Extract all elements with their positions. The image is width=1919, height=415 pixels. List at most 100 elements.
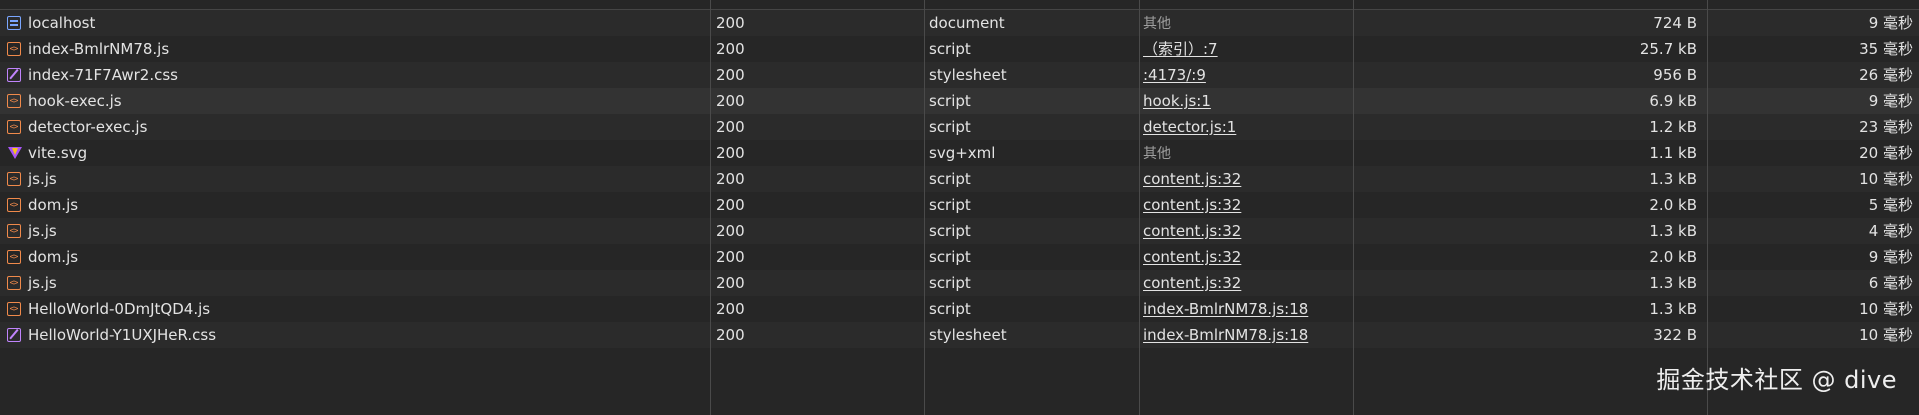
- request-name[interactable]: detector-exec.js: [28, 118, 147, 136]
- request-name[interactable]: HelloWorld-Y1UXJHeR.css: [28, 326, 216, 344]
- initiator-link[interactable]: （索引）:7: [1143, 40, 1218, 58]
- time-cell: 10 毫秒: [1859, 300, 1913, 318]
- type-cell: stylesheet: [929, 326, 1007, 344]
- size-cell: 322 B: [1653, 326, 1697, 344]
- status-cell: 200: [716, 248, 745, 266]
- type-cell: script: [929, 222, 971, 240]
- initiator-link[interactable]: content.js:32: [1143, 274, 1241, 292]
- name-cell[interactable]: js.js: [0, 218, 710, 244]
- name-cell[interactable]: HelloWorld-0DmJtQD4.js: [0, 296, 710, 322]
- script-icon: [7, 296, 21, 322]
- size-cell: 1.3 kB: [1649, 274, 1697, 292]
- script-icon: [7, 218, 21, 244]
- request-rows: localhost 200 document 其他 724 B 9 毫秒 index-Bml…: [0, 10, 1919, 348]
- name-cell[interactable]: dom.js: [0, 192, 710, 218]
- name-cell[interactable]: dom.js: [0, 244, 710, 270]
- request-name[interactable]: index-71F7Awr2.css: [28, 66, 178, 84]
- size-cell: 2.0 kB: [1649, 196, 1697, 214]
- table-row[interactable]: index-BmlrNM78.js 200 script （索引）:7 25.7 kB 3…: [0, 36, 1919, 62]
- request-name[interactable]: dom.js: [28, 248, 78, 266]
- column-divider-initiator[interactable]: [1353, 0, 1354, 415]
- name-cell[interactable]: HelloWorld-Y1UXJHeR.css: [0, 322, 710, 348]
- type-cell: script: [929, 274, 971, 292]
- table-row[interactable]: js.js 200 script content.js:32 1.3 kB 4 毫秒: [0, 218, 1919, 244]
- time-cell: 20 毫秒: [1859, 144, 1913, 162]
- status-cell: 200: [716, 222, 745, 240]
- column-divider-name[interactable]: [710, 0, 711, 415]
- time-cell: 10 毫秒: [1859, 170, 1913, 188]
- type-cell: script: [929, 300, 971, 318]
- request-name[interactable]: HelloWorld-0DmJtQD4.js: [28, 300, 210, 318]
- size-cell: 956 B: [1653, 66, 1697, 84]
- script-icon: [7, 36, 21, 62]
- table-row[interactable]: hook-exec.js 200 script hook.js:1 6.9 kB 9 毫秒: [0, 88, 1919, 114]
- name-cell[interactable]: index-BmlrNM78.js: [0, 36, 710, 62]
- name-cell[interactable]: js.js: [0, 166, 710, 192]
- request-name[interactable]: vite.svg: [28, 144, 87, 162]
- name-cell[interactable]: localhost: [0, 10, 710, 36]
- status-cell: 200: [716, 40, 745, 58]
- table-row[interactable]: HelloWorld-Y1UXJHeR.css 200 stylesheet inde…: [0, 322, 1919, 348]
- request-name[interactable]: js.js: [28, 170, 57, 188]
- table-row[interactable]: js.js 200 script content.js:32 1.3 kB 10 毫秒: [0, 166, 1919, 192]
- initiator-text: 其他: [1143, 16, 1171, 32]
- initiator-cell: index-BmlrNM78.js:18: [1143, 296, 1353, 322]
- status-cell: 200: [716, 274, 745, 292]
- time-cell: 9 毫秒: [1868, 92, 1913, 110]
- status-cell: 200: [716, 92, 745, 110]
- size-cell: 6.9 kB: [1649, 92, 1697, 110]
- size-cell: 2.0 kB: [1649, 248, 1697, 266]
- initiator-cell: index-BmlrNM78.js:18: [1143, 322, 1353, 348]
- request-name[interactable]: hook-exec.js: [28, 92, 122, 110]
- table-row[interactable]: localhost 200 document 其他 724 B 9 毫秒: [0, 10, 1919, 36]
- initiator-cell: 其他: [1143, 10, 1353, 36]
- size-cell: 1.3 kB: [1649, 222, 1697, 240]
- script-icon: [7, 166, 21, 192]
- name-cell[interactable]: detector-exec.js: [0, 114, 710, 140]
- request-name[interactable]: js.js: [28, 222, 57, 240]
- initiator-link[interactable]: content.js:32: [1143, 248, 1241, 266]
- name-cell[interactable]: vite.svg: [0, 140, 710, 166]
- table-row[interactable]: dom.js 200 script content.js:32 2.0 kB 5 毫秒: [0, 192, 1919, 218]
- type-cell: script: [929, 92, 971, 110]
- initiator-link[interactable]: index-BmlrNM78.js:18: [1143, 326, 1308, 344]
- initiator-link[interactable]: hook.js:1: [1143, 92, 1211, 110]
- table-row[interactable]: vite.svg 200 svg+xml 其他 1.1 kB 20 毫秒: [0, 140, 1919, 166]
- initiator-cell: detector.js:1: [1143, 114, 1353, 140]
- initiator-link[interactable]: content.js:32: [1143, 196, 1241, 214]
- type-cell: script: [929, 170, 971, 188]
- initiator-cell: （索引）:7: [1143, 36, 1353, 62]
- name-cell[interactable]: index-71F7Awr2.css: [0, 62, 710, 88]
- initiator-cell: :4173/:9: [1143, 62, 1353, 88]
- table-row[interactable]: dom.js 200 script content.js:32 2.0 kB 9 毫秒: [0, 244, 1919, 270]
- initiator-link[interactable]: content.js:32: [1143, 170, 1241, 188]
- type-cell: script: [929, 248, 971, 266]
- name-cell[interactable]: hook-exec.js: [0, 88, 710, 114]
- initiator-link[interactable]: detector.js:1: [1143, 118, 1236, 136]
- request-name[interactable]: dom.js: [28, 196, 78, 214]
- time-cell: 10 毫秒: [1859, 326, 1913, 344]
- request-name[interactable]: localhost: [28, 14, 95, 32]
- table-row[interactable]: index-71F7Awr2.css 200 stylesheet:4173/:9 9…: [0, 62, 1919, 88]
- column-divider-type[interactable]: [1139, 0, 1140, 415]
- initiator-link[interactable]: content.js:32: [1143, 222, 1241, 240]
- status-cell: 200: [716, 326, 745, 344]
- type-cell: script: [929, 118, 971, 136]
- network-request-table: localhost 200 document 其他 724 B 9 毫秒 index-Bml…: [0, 0, 1919, 415]
- name-cell[interactable]: js.js: [0, 270, 710, 296]
- type-cell: stylesheet: [929, 66, 1007, 84]
- initiator-link[interactable]: :4173/:9: [1143, 66, 1206, 84]
- size-cell: 1.2 kB: [1649, 118, 1697, 136]
- status-cell: 200: [716, 14, 745, 32]
- request-name[interactable]: js.js: [28, 274, 57, 292]
- column-divider-status[interactable]: [924, 0, 925, 415]
- size-cell: 25.7 kB: [1639, 40, 1697, 58]
- request-name[interactable]: index-BmlrNM78.js: [28, 40, 169, 58]
- table-row[interactable]: HelloWorld-0DmJtQD4.js 200 script index-Bml…: [0, 296, 1919, 322]
- table-row[interactable]: js.js 200 script content.js:32 1.3 kB 6 毫秒: [0, 270, 1919, 296]
- initiator-cell: content.js:32: [1143, 270, 1353, 296]
- initiator-link[interactable]: index-BmlrNM78.js:18: [1143, 300, 1308, 318]
- table-row[interactable]: detector-exec.js 200 script detector.js:1 1.…: [0, 114, 1919, 140]
- time-cell: 23 毫秒: [1859, 118, 1913, 136]
- column-divider-size[interactable]: [1707, 0, 1708, 415]
